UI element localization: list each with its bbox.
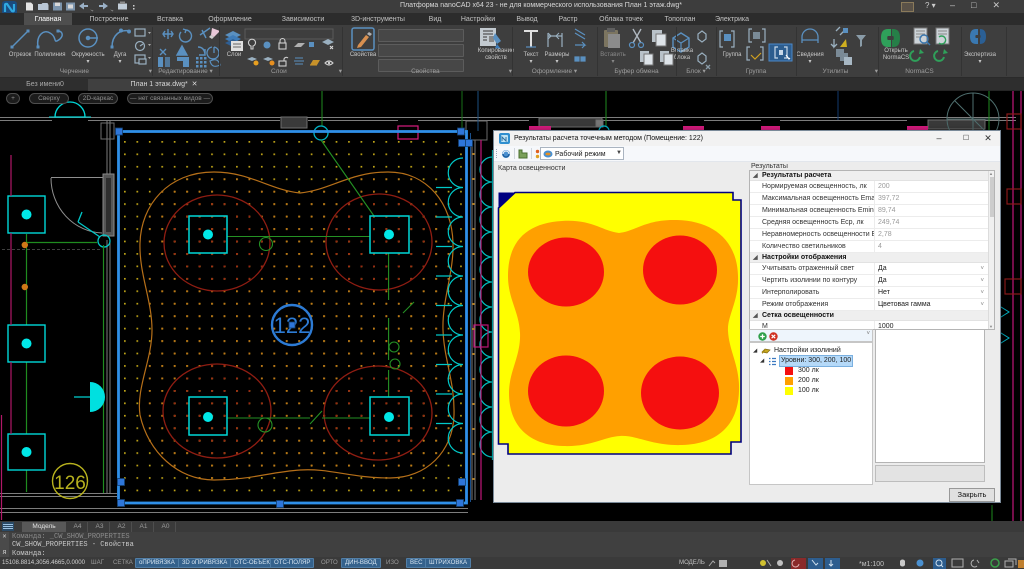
svg-text:*м1:100: *м1:100	[859, 561, 884, 568]
svg-text:126: 126	[54, 473, 86, 494]
